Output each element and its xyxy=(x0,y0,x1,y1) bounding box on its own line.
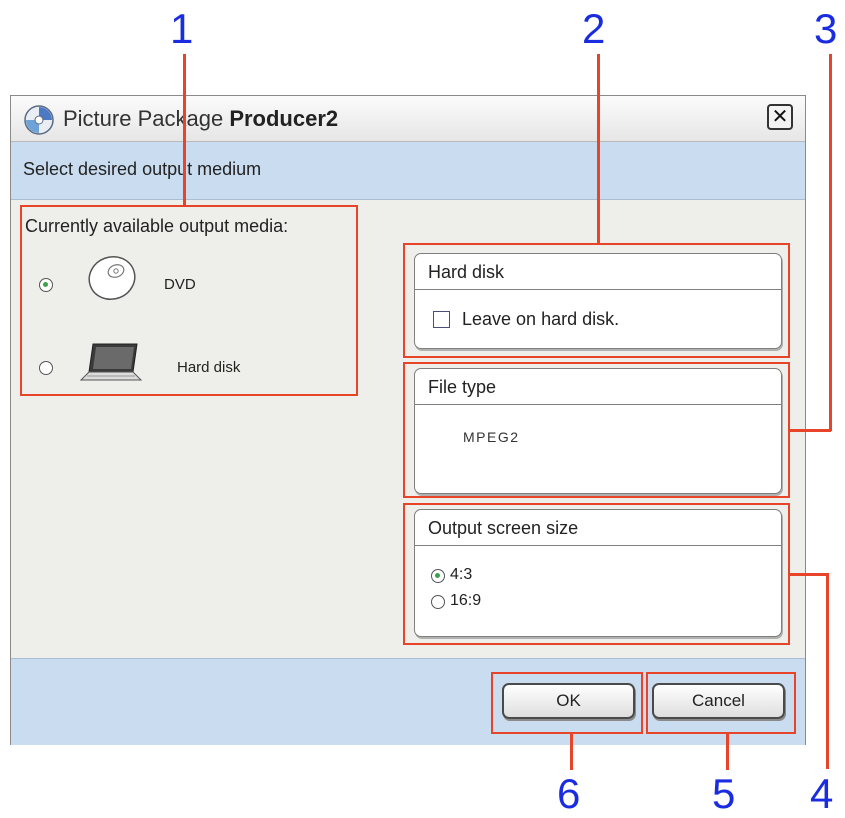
window-title-product: Producer2 xyxy=(229,106,339,131)
callout-6: 6 xyxy=(557,770,581,817)
leader-line-4-horizontal xyxy=(790,573,828,576)
annotation-box-file-type xyxy=(403,362,790,498)
leader-line-2 xyxy=(597,54,600,243)
callout-3: 3 xyxy=(814,5,838,52)
leader-line-3-vertical xyxy=(829,54,832,431)
annotation-box-hard-disk xyxy=(403,243,790,358)
leader-line-4-vertical xyxy=(826,573,829,769)
callout-1: 1 xyxy=(170,5,194,52)
figure: 1 2 3 4 5 6 Picture Package Producer2 ✕ … xyxy=(0,0,845,818)
leader-line-6 xyxy=(570,734,573,770)
instruction-bar: Select desired output medium xyxy=(11,142,805,200)
callout-4: 4 xyxy=(810,770,834,817)
window-title-prefix: Picture Package xyxy=(63,106,230,131)
callout-2: 2 xyxy=(582,5,606,52)
window-title: Picture Package Producer2 xyxy=(63,106,338,132)
callout-5: 5 xyxy=(712,770,736,817)
leader-line-3-horizontal xyxy=(790,429,831,432)
close-button[interactable]: ✕ xyxy=(767,104,793,130)
annotation-box-screen-size xyxy=(403,503,790,645)
annotation-box-cancel xyxy=(646,672,796,734)
annotation-box-ok xyxy=(491,672,643,734)
title-bar: Picture Package Producer2 ✕ xyxy=(11,96,805,142)
instruction-text: Select desired output medium xyxy=(23,159,262,179)
app-logo-icon xyxy=(24,105,54,135)
leader-line-5 xyxy=(726,734,729,770)
annotation-box-media xyxy=(20,205,358,396)
leader-line-1 xyxy=(183,54,186,205)
